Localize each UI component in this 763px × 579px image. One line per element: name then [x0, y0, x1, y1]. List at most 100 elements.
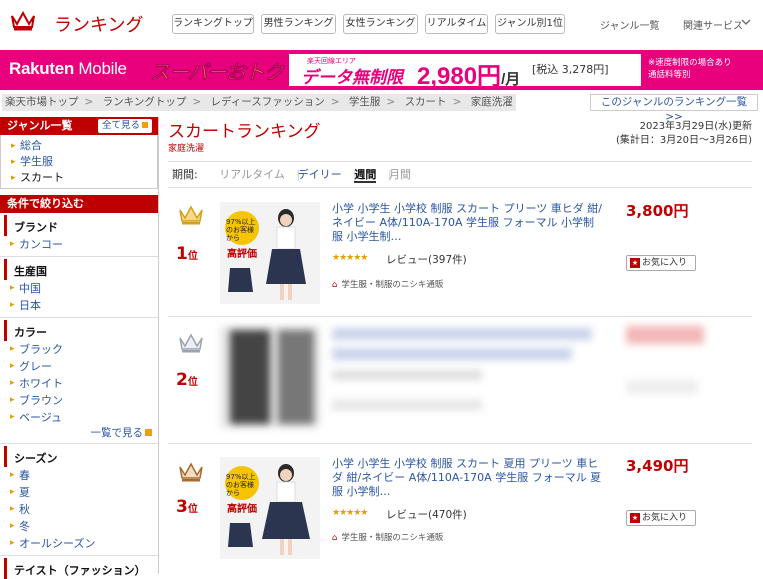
shop-link[interactable]: ⌂ 学生服・制服のニシキ通販: [332, 531, 443, 543]
filter-option[interactable]: ブラック: [10, 341, 158, 358]
nav-men-ranking[interactable]: 男性ランキング: [261, 14, 336, 34]
product-image[interactable]: 97%以上のお客様から 高評価: [220, 457, 320, 559]
filter-option[interactable]: カンコー: [10, 236, 158, 253]
nav-women-ranking[interactable]: 女性ランキング: [343, 14, 418, 34]
data-unlimited-label: データ無制限: [301, 68, 403, 88]
blurred-fav: [626, 380, 698, 394]
shop-icon: ⌂: [332, 533, 338, 543]
sidebar: ジャンル一覧 全て見る 総合 学生服 スカート 条件で絞り込む ブランド カンコ…: [0, 117, 159, 579]
related-services-link[interactable]: 関連サービス: [683, 17, 743, 32]
breadcrumb-item[interactable]: ランキングトップ: [103, 96, 187, 108]
ranking-item: 1位 97%以上のお客様から 高評価 小学 小学生 小学校 制服 スカート プリ…: [168, 190, 752, 317]
filter-option[interactable]: ブラウン: [10, 392, 158, 409]
gold-crown-icon: [179, 205, 203, 225]
nav-realtime[interactable]: リアルタイム: [425, 14, 488, 34]
blurred-shop: [332, 400, 482, 410]
genre-item[interactable]: 総合: [11, 138, 157, 154]
ranking-item: 2位: [168, 318, 752, 444]
period-label: 期間:: [172, 168, 198, 181]
period-tabs: 期間: リアルタイム | デイリー | 週間 | 月間: [168, 161, 752, 188]
star-icon: ★: [630, 258, 640, 268]
filter-option[interactable]: オールシーズン: [10, 535, 158, 552]
header: ランキング ランキングトップ 男性ランキング 女性ランキング リアルタイム ジャ…: [0, 0, 763, 48]
blurred-title: [332, 328, 592, 340]
filter-option[interactable]: 春: [10, 467, 158, 484]
product-image[interactable]: 97%以上のお客様から 高評価: [220, 202, 320, 304]
star-icon: ★: [630, 513, 640, 523]
tab-monthly[interactable]: 月間: [389, 168, 411, 181]
product-title-link[interactable]: 小学 小学生 小学校 制服 スカート プリーツ 車ヒダ 紺/ネイビー A体/11…: [332, 202, 602, 244]
crown-logo-icon[interactable]: [10, 10, 36, 32]
rating-stars: ★★★★★: [332, 253, 368, 263]
product-title-link[interactable]: 小学 小学生 小学校 制服 スカート 夏用 プリーツ 車ヒダ 紺/ネイビー A体…: [332, 457, 602, 499]
rank-number: 2位: [176, 370, 198, 390]
nav-genre-first[interactable]: ジャンル別1位: [495, 14, 565, 34]
blurred-price: [626, 326, 704, 344]
filter-title: カラー: [4, 320, 158, 341]
breadcrumb-item: 家庭洗濯: [470, 96, 513, 108]
favorite-button[interactable]: ★ お気に入り: [626, 510, 696, 526]
bronze-crown-icon: [179, 462, 203, 482]
product-price: 3,490円: [626, 457, 689, 475]
update-info: 2023年3月29日(水)更新 (集計日：3月20日～3月26日): [616, 121, 752, 146]
tax-price: [税込 3,278円]: [532, 63, 609, 76]
filter-option[interactable]: 秋: [10, 501, 158, 518]
filter-title: シーズン: [4, 446, 158, 467]
genre-list-header: ジャンル一覧 全て見る: [0, 117, 158, 135]
filter-season: シーズン 春 夏 秋 冬 オールシーズン: [0, 446, 158, 556]
review-link[interactable]: レビュー(397件): [386, 252, 467, 267]
plan-price: 2,980円/月: [417, 63, 521, 90]
genre-list: 総合 学生服 スカート: [0, 135, 158, 189]
product-price: 3,800円: [626, 202, 689, 220]
breadcrumb-item[interactable]: 楽天市場トップ: [5, 96, 79, 108]
genre-ranking-list-link[interactable]: このジャンルのランキング一覧 >>: [590, 94, 758, 123]
genre-item[interactable]: スカート: [11, 170, 157, 186]
favorite-button[interactable]: ★ お気に入り: [626, 255, 696, 271]
ranking-title: スカートランキング: [168, 122, 321, 142]
breadcrumb: 楽天市場トップ > ランキングトップ > レディースファッション > 学生服 > スカー…: [2, 94, 516, 111]
filter-title: 生産国: [4, 259, 158, 280]
chevron-down-icon[interactable]: [741, 17, 751, 27]
filter-brand: ブランド カンコー: [0, 215, 158, 257]
filter-option[interactable]: ホワイト: [10, 375, 158, 392]
filter-color: カラー ブラック グレー ホワイト ブラウン ベージュ 一覧で見る: [0, 320, 158, 444]
rank-number: 1位: [176, 244, 198, 264]
tab-realtime[interactable]: リアルタイム: [219, 168, 285, 181]
shop-link[interactable]: ⌂ 学生服・制服のニシキ通販: [332, 278, 443, 290]
review-link[interactable]: レビュー(470件): [386, 507, 467, 522]
breadcrumb-item[interactable]: スカート: [405, 96, 447, 108]
filter-option[interactable]: 日本: [10, 297, 158, 314]
filter-title: ブランド: [4, 215, 158, 236]
breadcrumb-item[interactable]: レディースファッション: [211, 96, 325, 108]
show-all-button[interactable]: 全て見る: [97, 119, 152, 133]
nav-ranking-top[interactable]: ランキングトップ: [172, 14, 254, 34]
genre-list-link[interactable]: ジャンル一覧: [600, 17, 660, 32]
rank-number: 3位: [176, 497, 198, 517]
filter-option[interactable]: ベージュ: [10, 409, 158, 426]
more-colors-link[interactable]: 一覧で見る: [0, 426, 158, 440]
filter-title: テイスト（ファッション）: [4, 558, 158, 579]
banner-note: ※速度制限の場合あり 通話料等別: [648, 58, 732, 80]
rating-stars: ★★★★★: [332, 508, 368, 518]
filter-option[interactable]: 中国: [10, 280, 158, 297]
breadcrumb-item[interactable]: 学生服: [349, 96, 381, 108]
ranking-subtitle: 家庭洗濯: [168, 144, 205, 154]
silver-crown-icon: [179, 333, 203, 353]
filter-header: 条件で絞り込む: [0, 195, 158, 213]
filter-origin: 生産国 中国 日本: [0, 259, 158, 318]
shop-icon: ⌂: [332, 280, 338, 290]
blurred-review: [332, 370, 482, 380]
filter-option[interactable]: 冬: [10, 518, 158, 535]
data-unlimited-box: 楽天回線エリア データ無制限 2,980円/月 [税込 3,278円]: [289, 54, 641, 90]
page-title[interactable]: ランキング: [54, 11, 143, 37]
super-otoku-text: スーパーおトク: [150, 60, 284, 85]
ranking-item: 3位 97%以上のお客様から 高評価 小学 小学生 小学校 制服 スカート 夏用…: [168, 445, 752, 574]
product-image[interactable]: [220, 326, 320, 428]
tab-daily[interactable]: デイリー: [298, 168, 342, 181]
tab-weekly[interactable]: 週間: [354, 168, 377, 183]
genre-item[interactable]: 学生服: [11, 154, 157, 170]
promo-banner[interactable]: Rakuten Mobile スーパーおトク 楽天回線エリア データ無制限 2,…: [0, 50, 763, 90]
rakuten-mobile-logo: Rakuten Mobile: [9, 59, 127, 78]
filter-option[interactable]: 夏: [10, 484, 158, 501]
filter-option[interactable]: グレー: [10, 358, 158, 375]
